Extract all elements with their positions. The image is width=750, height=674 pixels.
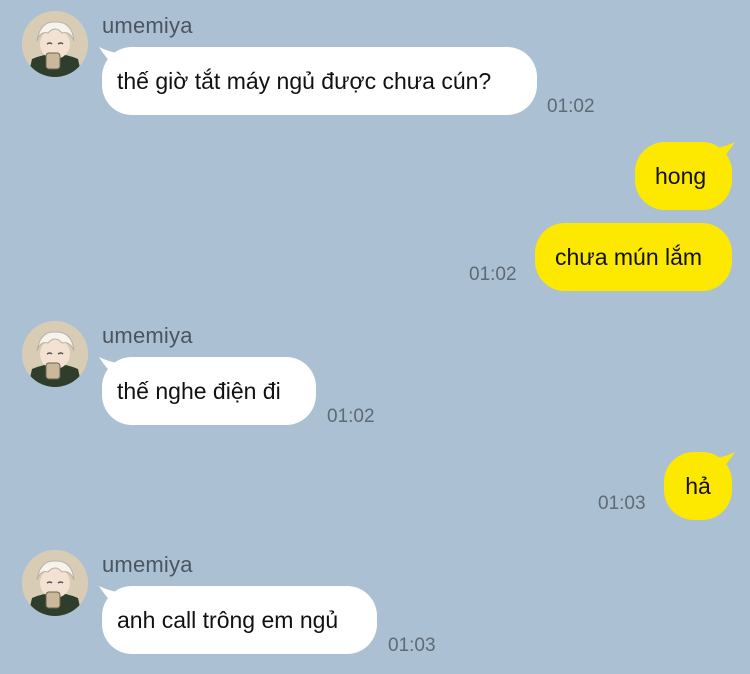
bubble-tail [717,142,735,164]
bubble-tail [99,47,117,69]
incoming-message-bubble[interactable]: thế nghe điện đi [99,357,316,425]
message-text: thế nghe điện đi [117,377,281,404]
outgoing-message-bubble[interactable]: hả [664,452,735,520]
outgoing-message-bubble[interactable]: chưa mún lắm [535,223,732,291]
message-time: 01:03 [388,635,436,656]
message-text: thế giờ tắt máy ngủ được chưa cún? [117,67,492,94]
message-time: 01:02 [327,406,375,427]
incoming-message-bubble[interactable]: thế giờ tắt máy ngủ được chưa cún? [99,47,537,115]
sender-name: umemiya [102,13,193,38]
bubble-tail [717,452,735,474]
message-text: chưa mún lắm [555,243,703,270]
sender-name: umemiya [102,552,193,577]
chat-area: umemiya thế giờ tắt máy ngủ được chưa cú… [0,0,750,674]
message-time: 01:02 [547,96,595,117]
avatar[interactable] [22,550,88,616]
bubble-tail [99,586,117,608]
avatar[interactable] [22,11,88,77]
message-time: 01:02 [469,264,517,285]
bubble-tail [99,357,117,379]
incoming-message-bubble[interactable]: anh call trông em ngủ [99,586,377,654]
message-text: hả [685,472,711,499]
outgoing-message-bubble[interactable]: hong [635,142,735,210]
avatar[interactable] [22,321,88,387]
message-text: anh call trông em ngủ [117,606,339,633]
message-time: 01:03 [598,493,646,514]
message-text: hong [655,162,707,189]
sender-name: umemiya [102,323,193,348]
